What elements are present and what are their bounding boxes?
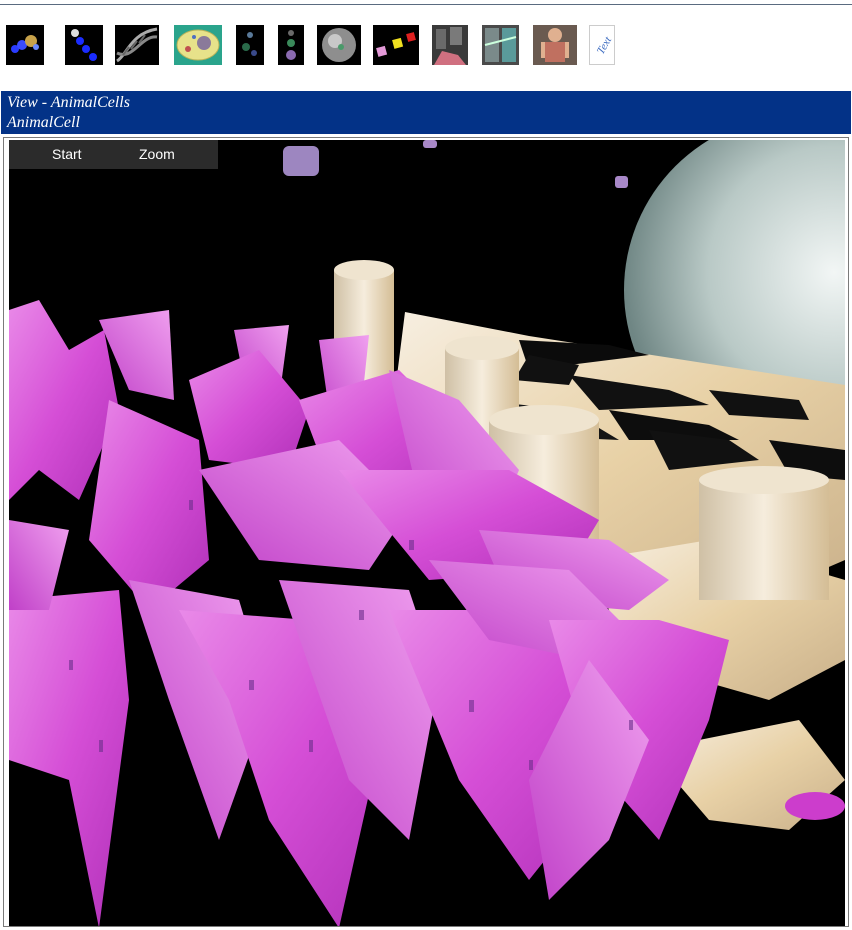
structure-icon[interactable] [482,25,519,65]
colored-cubes-icon[interactable] [373,25,419,65]
view-title: View - AnimalCells [7,94,130,111]
cell-diagram-icon[interactable] [174,25,222,65]
vesicle [283,146,319,176]
vertical-spheres-icon[interactable] [278,25,304,65]
view-header: View - AnimalCells AnimalCell [1,91,851,134]
3d-scene-canvas[interactable]: Start Zoom [9,140,845,926]
bead-chain-icon[interactable] [65,25,103,65]
top-divider [0,4,852,5]
zoom-button[interactable]: Zoom [139,146,175,162]
anatomy-scene-icon[interactable] [432,25,468,65]
view-subtitle: AnimalCell [7,114,80,131]
viewer-controls: Start Zoom [9,140,218,169]
vesicle [423,140,437,148]
vesicle [615,176,628,188]
text-icon-label: Text [595,34,614,56]
sphere-icon[interactable] [317,25,361,65]
human-figure-icon[interactable] [533,25,577,65]
start-button[interactable]: Start [52,146,82,162]
toolbar: Text [6,25,846,67]
molecules-icon[interactable] [6,25,44,65]
particles-icon[interactable] [236,25,264,65]
3d-viewer: Start Zoom [3,137,849,927]
text-icon[interactable]: Text [589,25,615,65]
animal-cell-render [9,140,845,926]
dna-helix-icon[interactable] [115,25,159,65]
